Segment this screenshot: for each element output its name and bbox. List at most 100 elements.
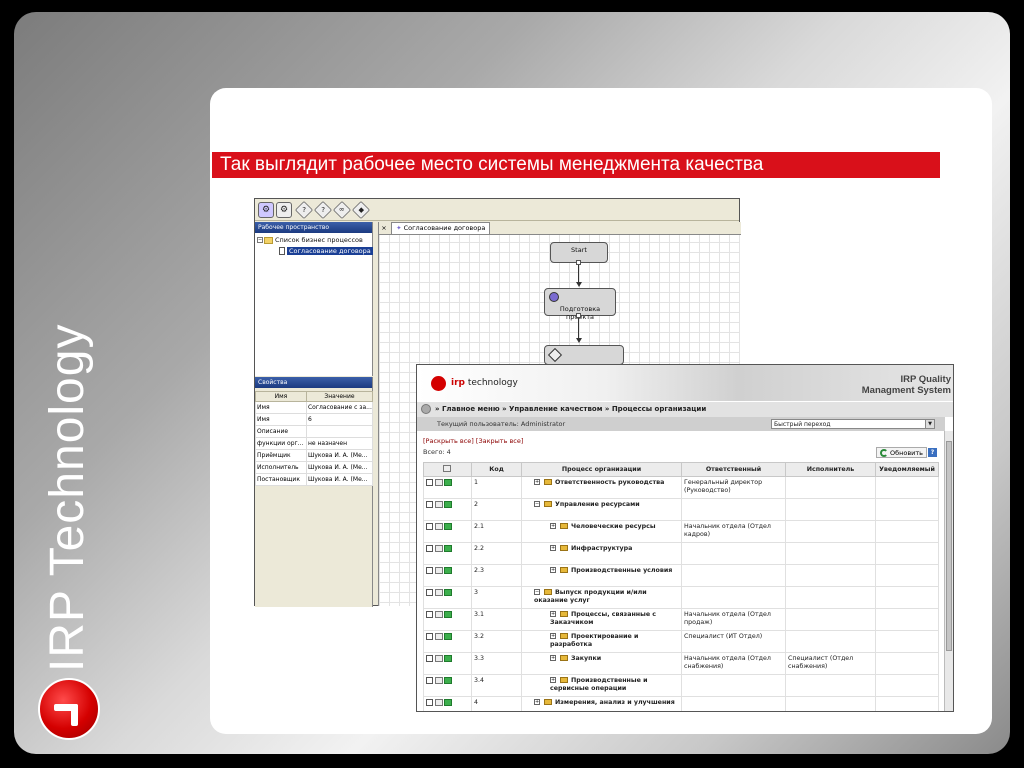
table-row[interactable]: Имя 6 <box>255 413 374 426</box>
process-name[interactable]: Производственные условия <box>571 567 672 574</box>
tree-item-contract-approval[interactable]: Согласование договора <box>279 247 373 255</box>
expand-icon[interactable]: + <box>550 611 556 617</box>
expand-icon[interactable]: + <box>534 699 540 705</box>
edit-icon[interactable] <box>435 523 443 530</box>
expand-icon[interactable]: + <box>550 545 556 551</box>
process-cell[interactable]: + Производственные условия <box>521 564 682 587</box>
edit-icon[interactable] <box>435 633 443 640</box>
process-cell[interactable]: + Закупки <box>521 652 682 675</box>
process-cell[interactable]: + Проектирование и разработка <box>521 630 682 653</box>
table-row[interactable]: Описание <box>255 425 374 438</box>
help-icon[interactable]: ? <box>294 200 314 220</box>
expand-icon[interactable]: + <box>534 479 540 485</box>
edit-icon[interactable] <box>435 567 443 574</box>
process-name[interactable]: Закупки <box>571 655 601 662</box>
back-icon[interactable] <box>421 404 431 414</box>
edit-icon[interactable] <box>435 479 443 486</box>
quick-nav-select[interactable]: Быстрый переход ▼ <box>771 419 935 429</box>
select-all-header[interactable] <box>423 462 472 477</box>
status-icon[interactable] <box>444 545 452 552</box>
table-row[interactable]: Исполнитель Шукова И. А. (Ме... <box>255 461 374 474</box>
row-checkbox[interactable] <box>426 589 433 596</box>
status-icon[interactable] <box>444 589 452 596</box>
table-row[interactable]: 3− Выпуск продукции и/или оказание услуг <box>423 586 939 609</box>
row-checkbox[interactable] <box>426 479 433 486</box>
vertical-scrollbar[interactable] <box>944 431 953 711</box>
collapse-icon[interactable]: − <box>257 237 263 243</box>
refresh-button[interactable]: Обновить <box>875 447 927 458</box>
status-icon[interactable] <box>444 567 452 574</box>
edit-icon[interactable] <box>435 699 443 706</box>
row-checkbox[interactable] <box>426 567 433 574</box>
expand-icon[interactable]: + <box>550 633 556 639</box>
table-row[interactable]: 1 + Ответственность руководства Генеральный… <box>423 476 939 499</box>
process-cell[interactable]: − Управление ресурсами <box>521 498 682 521</box>
tab-contract-approval[interactable]: ✦ Согласование договора <box>391 222 491 234</box>
process-cell[interactable]: + Процессы, связанные с Заказчиком <box>521 608 682 631</box>
table-row[interactable]: 3.2 + Проектирование и разработка Специалис… <box>423 630 939 653</box>
edit-icon[interactable] <box>435 677 443 684</box>
table-row[interactable]: 2.1 + Человеческие ресурсы Начальник отдела… <box>423 520 939 543</box>
status-icon[interactable] <box>444 655 452 662</box>
status-icon[interactable] <box>444 501 452 508</box>
process-cell[interactable]: + Ответственность руководства <box>521 476 682 499</box>
table-row[interactable]: функции орг... не назначен <box>255 437 374 450</box>
row-checkbox[interactable] <box>426 611 433 618</box>
close-icon[interactable]: × <box>379 222 389 235</box>
table-row[interactable]: 3.4 + Производственные и сервисные операци… <box>423 674 939 697</box>
table-row[interactable]: 3.3 + Закупки Начальник отдела (Отдел снабж… <box>423 652 939 675</box>
row-checkbox[interactable] <box>426 699 433 706</box>
process-name[interactable]: Ответственность руководства <box>555 479 664 486</box>
gateway-icon[interactable]: ∞ <box>332 200 352 220</box>
expand-icon[interactable]: + <box>550 655 556 661</box>
table-row[interactable]: 2.3 + Производственные условия <box>423 564 939 587</box>
status-icon[interactable] <box>444 523 452 530</box>
process-cell[interactable]: − Выпуск продукции и/или оказание услуг <box>521 586 682 609</box>
expand-icon[interactable]: + <box>550 677 556 683</box>
tree-item-process-list[interactable]: − Список бизнес процессов <box>257 236 363 244</box>
edit-icon[interactable] <box>435 501 443 508</box>
gateway-node[interactable] <box>544 345 624 365</box>
table-row[interactable]: 2 − Управление ресурсами <box>423 498 939 521</box>
select-all-icon[interactable] <box>443 465 451 472</box>
process-cell[interactable]: + Измерения, анализ и улучшения <box>521 696 682 711</box>
edit-icon[interactable] <box>435 589 443 596</box>
process-name[interactable]: Управление ресурсами <box>555 501 640 508</box>
collapse-icon[interactable]: − <box>534 501 540 507</box>
status-icon[interactable] <box>444 479 452 486</box>
settings-icon[interactable]: ⚙ <box>258 202 274 218</box>
expand-icon[interactable]: + <box>550 567 556 573</box>
status-icon[interactable] <box>444 633 452 640</box>
status-icon[interactable] <box>444 699 452 706</box>
table-row[interactable]: Приёмщик Шукова И. А. (Ме... <box>255 449 374 462</box>
help-icon[interactable]: ? <box>313 200 333 220</box>
expand-all-link[interactable]: [Раскрыть все] <box>423 437 474 445</box>
scroll-thumb[interactable] <box>946 441 952 651</box>
expand-icon[interactable]: + <box>550 523 556 529</box>
table-row[interactable]: 3.1 + Процессы, связанные с Заказчиком Нача… <box>423 608 939 631</box>
help-icon[interactable]: ? <box>928 448 937 457</box>
row-checkbox[interactable] <box>426 501 433 508</box>
row-checkbox[interactable] <box>426 545 433 552</box>
row-checkbox[interactable] <box>426 655 433 662</box>
collapse-icon[interactable]: − <box>534 589 540 595</box>
edit-icon[interactable] <box>435 655 443 662</box>
table-row[interactable]: Постановщик Шукова И. А. (Ме... <box>255 473 374 486</box>
process-cell[interactable]: + Производственные и сервисные операции <box>521 674 682 697</box>
process-name[interactable]: Человеческие ресурсы <box>571 523 656 530</box>
process-name[interactable]: Измерения, анализ и улучшения <box>555 699 675 706</box>
collapse-all-link[interactable]: [Закрыть все] <box>476 437 524 445</box>
table-row[interactable]: Имя Согласование с за... <box>255 401 374 414</box>
gear-icon[interactable]: ⚙ <box>276 202 292 218</box>
process-cell[interactable]: + Инфраструктура <box>521 542 682 565</box>
task-node[interactable]: Подготовка проекта <box>544 288 616 321</box>
chevron-down-icon[interactable]: ▼ <box>925 420 934 428</box>
process-name[interactable]: Инфраструктура <box>571 545 632 552</box>
edit-icon[interactable] <box>435 545 443 552</box>
decision-icon[interactable]: ◆ <box>351 200 371 220</box>
status-icon[interactable] <box>444 677 452 684</box>
row-checkbox[interactable] <box>426 633 433 640</box>
status-icon[interactable] <box>444 611 452 618</box>
table-row[interactable]: 2.2 + Инфраструктура <box>423 542 939 565</box>
row-checkbox[interactable] <box>426 523 433 530</box>
